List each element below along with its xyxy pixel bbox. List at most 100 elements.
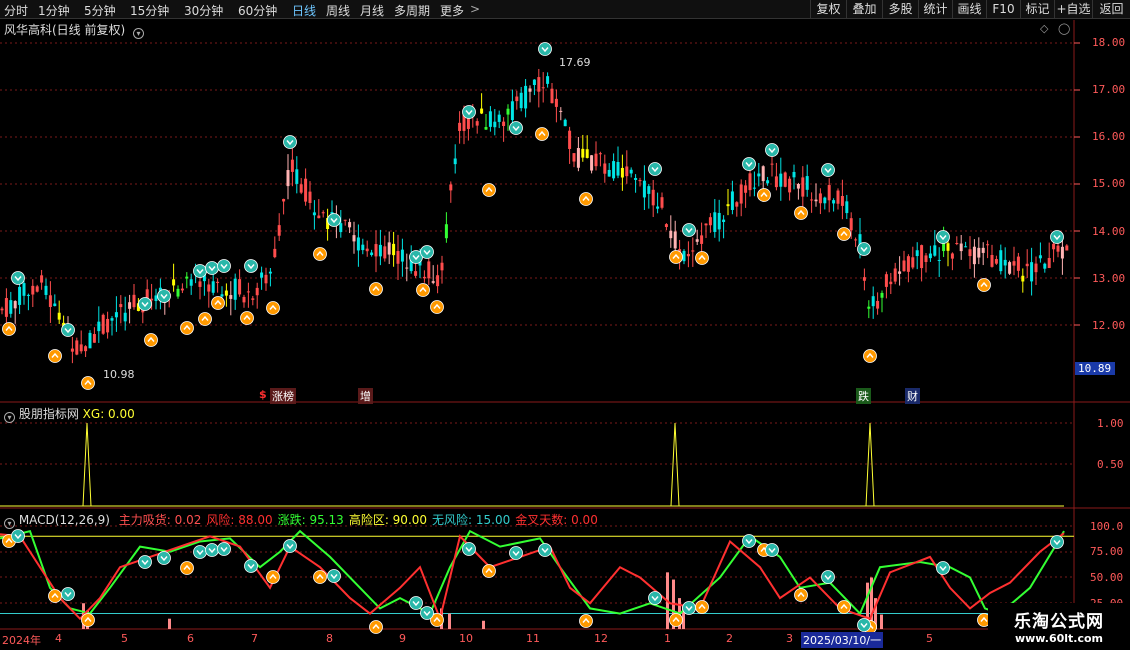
candle-body bbox=[708, 217, 712, 226]
candle-body bbox=[594, 153, 598, 167]
sell-signal-icon bbox=[538, 543, 552, 557]
sell-signal-icon bbox=[283, 135, 297, 149]
event-marker-cai[interactable]: 财 bbox=[905, 388, 920, 404]
candle-body bbox=[132, 294, 136, 308]
chart-canvas[interactable] bbox=[0, 0, 1130, 650]
buy-signal-icon bbox=[48, 589, 62, 603]
candle-body bbox=[374, 244, 378, 257]
candle-body bbox=[572, 153, 576, 162]
candle-body bbox=[541, 87, 545, 89]
month-label: 10 bbox=[459, 632, 473, 645]
candle-body bbox=[990, 255, 994, 267]
candle-body bbox=[730, 191, 734, 210]
candle-body bbox=[352, 235, 356, 242]
dropdown-icon[interactable]: ▾ bbox=[133, 28, 145, 39]
candle-body bbox=[840, 195, 844, 206]
candle-body bbox=[515, 96, 519, 102]
candle-body bbox=[739, 184, 743, 204]
diamond-icon[interactable]: ◇ bbox=[1040, 22, 1048, 35]
sell-signal-icon bbox=[648, 162, 662, 176]
sell-signal-icon bbox=[509, 121, 523, 135]
candle-body bbox=[1021, 275, 1025, 282]
candle-body bbox=[1030, 262, 1034, 282]
candle-body bbox=[752, 187, 756, 189]
event-marker-zeng[interactable]: 增 bbox=[358, 388, 373, 404]
buy-signal-icon bbox=[266, 301, 280, 315]
candle-body bbox=[224, 290, 228, 296]
candle-body bbox=[1016, 256, 1020, 271]
candle-body bbox=[761, 166, 765, 182]
main-panel-title: 风华高科(日线 前复权) ▾ bbox=[4, 21, 145, 39]
month-label: 3 bbox=[786, 632, 793, 645]
candle-body bbox=[884, 274, 888, 287]
inflow-bar bbox=[168, 618, 171, 629]
month-label: 1 bbox=[664, 632, 671, 645]
candle-body bbox=[304, 178, 308, 202]
sell-signal-icon bbox=[157, 551, 171, 565]
candle-body bbox=[251, 298, 255, 300]
sell-signal-icon bbox=[1050, 535, 1064, 549]
event-marker-die[interactable]: 跌 bbox=[856, 388, 871, 404]
candle-body bbox=[238, 279, 242, 295]
candle-body bbox=[180, 288, 184, 291]
candle-body bbox=[893, 268, 897, 282]
candle-body bbox=[1065, 245, 1069, 251]
event-marker-dollar[interactable]: $ bbox=[257, 388, 269, 401]
candle-body bbox=[229, 295, 233, 299]
month-label: 5 bbox=[121, 632, 128, 645]
xg-value: XG: 0.00 bbox=[82, 407, 135, 421]
candle-body bbox=[1012, 261, 1016, 266]
month-label: 7 bbox=[251, 632, 258, 645]
candle-body bbox=[788, 178, 792, 193]
buy-signal-icon bbox=[180, 561, 194, 575]
candle-body bbox=[480, 108, 484, 114]
candle-body bbox=[185, 276, 189, 279]
candle-body bbox=[766, 180, 770, 184]
dropdown-icon[interactable]: ▾ bbox=[4, 412, 15, 423]
candle-body bbox=[845, 201, 849, 214]
candle-body bbox=[814, 199, 818, 202]
candle-body bbox=[537, 77, 541, 92]
candle-body bbox=[154, 295, 158, 301]
sell-signal-icon bbox=[205, 261, 219, 275]
sell-signal-icon bbox=[462, 542, 476, 556]
buy-signal-icon bbox=[211, 296, 225, 310]
sell-signal-icon bbox=[509, 546, 523, 560]
candle-body bbox=[312, 212, 316, 216]
buy-signal-icon bbox=[794, 588, 808, 602]
candle-body bbox=[18, 286, 22, 305]
candle-body bbox=[497, 114, 501, 122]
candle-body bbox=[356, 237, 360, 251]
candle-body bbox=[506, 108, 510, 115]
candle-body bbox=[79, 344, 83, 352]
dropdown-icon[interactable]: ▾ bbox=[4, 518, 15, 529]
circle-icon[interactable]: ◯ bbox=[1058, 22, 1070, 35]
candle-body bbox=[475, 121, 479, 126]
candle-body bbox=[75, 340, 79, 355]
buy-signal-icon bbox=[669, 613, 683, 627]
candle-body bbox=[682, 250, 686, 262]
sell-signal-icon bbox=[205, 543, 219, 557]
buy-signal-icon bbox=[535, 127, 549, 141]
risk-line bbox=[0, 532, 1065, 623]
candle-body bbox=[792, 171, 796, 178]
candle-body bbox=[44, 285, 48, 295]
candle-body bbox=[550, 88, 554, 104]
month-label: 11 bbox=[526, 632, 540, 645]
candle-body bbox=[964, 246, 968, 248]
sell-signal-icon bbox=[11, 271, 25, 285]
macd-legend-item: 风险: 88.00 bbox=[206, 513, 273, 527]
candle-body bbox=[832, 200, 836, 204]
candle-body bbox=[950, 253, 954, 259]
event-marker-zhangbang[interactable]: 涨榜 bbox=[270, 388, 296, 404]
candle-body bbox=[862, 277, 866, 281]
inflow-bar bbox=[482, 620, 485, 629]
sell-signal-icon bbox=[765, 143, 779, 157]
buy-signal-icon bbox=[482, 183, 496, 197]
candle-body bbox=[123, 312, 127, 322]
candle-body bbox=[977, 247, 981, 258]
candle-body bbox=[823, 197, 827, 204]
current-price-tag: 10.89 bbox=[1075, 362, 1115, 375]
ind-y-tick-05: 0.50 bbox=[1097, 458, 1124, 471]
candle-body bbox=[898, 271, 902, 274]
